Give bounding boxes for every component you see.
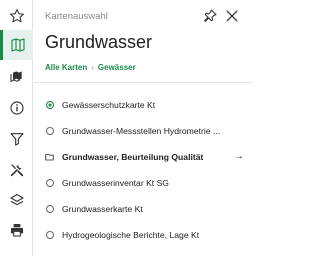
filter-icon — [9, 133, 24, 146]
map-item-messstellen[interactable]: Grundwasser-Messstellen Hydrometrie ... — [34, 118, 252, 144]
radio-icon[interactable] — [45, 127, 54, 135]
list-item-label: Gewässerschutzkarte Kt — [62, 100, 156, 110]
list-item-label: Grundwasser-Messstellen Hydrometrie ... — [62, 126, 221, 136]
close-button[interactable] — [224, 8, 240, 24]
radio-icon[interactable] — [45, 205, 54, 213]
radio-icon[interactable] — [45, 179, 54, 187]
pin-button[interactable] — [202, 8, 218, 24]
print-button[interactable] — [0, 215, 33, 245]
list-item-label: Grundwasser, Beurteilung Qualität — [62, 152, 204, 162]
left-toolbar — [0, 0, 33, 256]
filter-button[interactable] — [0, 124, 33, 154]
layers-button[interactable] — [0, 185, 33, 215]
map-item-inventar[interactable]: Grundwasserinventar Kt SG — [34, 170, 252, 196]
map-selection-button[interactable] — [0, 30, 33, 60]
layers-icon — [9, 194, 24, 206]
arrow-right-icon: → — [234, 151, 244, 162]
map-item-grundwasserkarte[interactable]: Grundwasserkarte Kt — [34, 196, 252, 222]
tools-icon — [10, 164, 23, 177]
map-layers-icon — [9, 71, 22, 83]
breadcrumb-all-maps[interactable]: Alle Karten — [45, 63, 87, 72]
divider — [34, 82, 252, 83]
info-button[interactable] — [0, 93, 33, 123]
folder-item-beurteilung[interactable]: Grundwasser, Beurteilung Qualität → — [34, 144, 252, 170]
close-icon — [226, 10, 238, 22]
map-item-hydrogeologische-berichte[interactable]: Hydrogeologische Berichte, Lage Kt — [34, 222, 252, 248]
panel-label: Kartenauswahl — [45, 11, 108, 22]
panel-title: Grundwasser — [45, 32, 153, 52]
map-item-gewaesserschutzkarte[interactable]: Gewässerschutzkarte Kt — [34, 92, 252, 118]
radio-selected-icon[interactable] — [45, 101, 54, 109]
breadcrumb-waters[interactable]: Gewässer — [98, 63, 136, 72]
info-icon — [9, 101, 24, 115]
list-item-label: Grundwasserinventar Kt SG — [62, 178, 169, 188]
map-selection-panel: Kartenauswahl Grundwasser Alle Karten › … — [34, 0, 252, 256]
radio-icon[interactable] — [45, 231, 54, 239]
breadcrumb: Alle Karten › Gewässer — [45, 63, 136, 72]
list-item-label: Grundwasserkarte Kt — [62, 204, 143, 214]
print-icon — [10, 224, 23, 237]
map-layers-button[interactable] — [0, 61, 33, 91]
tools-button[interactable] — [0, 155, 33, 185]
list-item-label: Hydrogeologische Berichte, Lage Kt — [62, 230, 200, 240]
map-list: Gewässerschutzkarte Kt Grundwasser-Messs… — [34, 92, 252, 248]
chevron-right-icon: › — [91, 63, 94, 72]
star-icon — [9, 9, 24, 23]
folder-icon — [45, 153, 54, 161]
map-icon — [11, 38, 25, 52]
pin-icon — [204, 9, 217, 22]
favorites-button[interactable] — [0, 1, 33, 31]
